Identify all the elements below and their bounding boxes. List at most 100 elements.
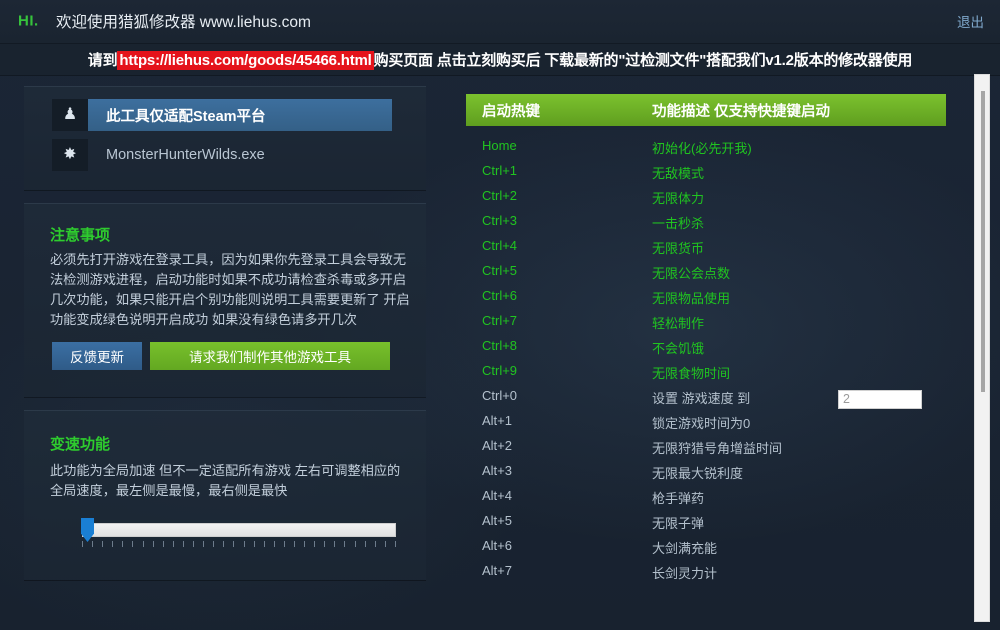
slider-tick xyxy=(132,541,134,547)
hotkey-description: 锁定游戏时间为0 xyxy=(652,416,751,431)
hotkey-description: 无敌模式 xyxy=(652,166,705,181)
hotkey-key: Home xyxy=(482,138,517,153)
hotkey-key: Alt+6 xyxy=(482,538,512,553)
slider-tick xyxy=(283,541,285,547)
exit-button[interactable]: 退出 xyxy=(957,11,984,31)
speed-body: 此功能为全局加速 但不一定适配所有游戏 左右可调整相应的全局速度，最左侧是最慢，… xyxy=(50,463,401,498)
hotkey-row[interactable]: Ctrl+9 无限食物时间 xyxy=(466,361,946,386)
hotkey-description: 无限公会点数 xyxy=(652,266,731,281)
hotkey-row[interactable]: Alt+4 枪手弹药 xyxy=(466,486,946,511)
slider-tick xyxy=(304,541,306,547)
title-bar: HI. 欢迎使用猎狐修改器 www.liehus.com 退出 xyxy=(0,0,1000,44)
hotkey-key: Ctrl+1 xyxy=(482,163,518,178)
slider-tick xyxy=(182,541,184,547)
target-row-executable-label: MonsterHunterWilds.exe xyxy=(106,147,265,163)
request-tool-button[interactable]: 请求我们制作其他游戏工具 xyxy=(150,342,390,370)
hotkey-description: 不会饥饿 xyxy=(652,341,705,356)
slider-tick xyxy=(223,541,225,547)
notes-body: 必须先打开游戏在登录工具，因为如果你先登录工具会导致无法检测游戏进程，启动功能时… xyxy=(50,252,410,327)
slider-tick xyxy=(314,541,316,547)
slider-tick xyxy=(273,541,275,547)
speed-title: 变速功能 xyxy=(50,436,111,453)
banner-suffix: 购买页面 点击立刻购买后 下载最新的"过检测文件"搭配我们v1.2版本的修改器使… xyxy=(373,52,913,69)
target-row-steam[interactable]: ♟ 此工具仅适配Steam平台 xyxy=(52,99,392,131)
hotkey-key: Ctrl+8 xyxy=(482,338,518,353)
hotkey-key: Ctrl+5 xyxy=(482,263,518,278)
hotkey-key: Ctrl+7 xyxy=(482,313,518,328)
hotkey-key: Ctrl+3 xyxy=(482,213,518,228)
slider-tick xyxy=(243,541,245,547)
slider-tick xyxy=(293,541,295,547)
hotkey-key: Ctrl+4 xyxy=(482,238,518,253)
slider-tick xyxy=(364,541,366,547)
hotkey-description: 无限子弹 xyxy=(652,516,705,531)
hotkey-description: 初始化(必先开我) xyxy=(652,141,752,156)
slider-tick xyxy=(203,541,205,547)
slider-tick xyxy=(324,541,326,547)
banner-text: 请到 https://liehus.com/goods/45466.html 购买页… xyxy=(88,49,912,70)
hotkey-key: Ctrl+2 xyxy=(482,188,518,203)
hotkey-description: 无限体力 xyxy=(652,191,705,206)
target-row-steam-label: 此工具仅适配Steam平台 xyxy=(88,99,392,131)
hotkey-key: Alt+7 xyxy=(482,563,512,578)
hotkey-row[interactable]: Ctrl+6 无限物品使用 xyxy=(466,286,946,311)
hotkey-row[interactable]: Ctrl+7 轻松制作 xyxy=(466,311,946,336)
slider-tick xyxy=(334,541,336,547)
hotkey-description: 无限物品使用 xyxy=(652,291,731,306)
hotkey-description: 轻松制作 xyxy=(652,316,705,331)
hotkey-row[interactable]: Ctrl+8 不会饥饿 xyxy=(466,336,946,361)
purchase-url-link[interactable]: https://liehus.com/goods/45466.html xyxy=(117,51,374,70)
global-speed-slider[interactable] xyxy=(60,515,400,555)
feedback-update-button[interactable]: 反馈更新 xyxy=(52,342,142,370)
scrollbar-thumb[interactable] xyxy=(981,91,985,392)
hotkey-table-header: 启动热键 功能描述 仅支持快捷键启动 xyxy=(466,94,946,126)
slider-tick xyxy=(213,541,215,547)
hotkey-description: 长剑灵力计 xyxy=(652,566,718,581)
hotkey-key: Alt+4 xyxy=(482,488,512,503)
slider-thumb[interactable] xyxy=(81,518,94,542)
slider-tick xyxy=(112,541,114,547)
target-process-card: ♟ 此工具仅适配Steam平台 ✸ MonsterHunterWilds.exe xyxy=(24,86,426,190)
slider-tick xyxy=(172,541,174,547)
slider-tick xyxy=(253,541,255,547)
slider-tick xyxy=(92,541,94,547)
hotkey-row[interactable]: Alt+1 锁定游戏时间为0 xyxy=(466,411,946,436)
user-icon: ♟ xyxy=(52,99,88,131)
target-row-executable[interactable]: ✸ MonsterHunterWilds.exe xyxy=(52,139,392,171)
notes-title: 注意事项 xyxy=(50,227,111,244)
hotkey-description: 无限最大锐利度 xyxy=(652,466,744,481)
greeting-label: HI. xyxy=(18,12,39,30)
hotkey-key: Alt+3 xyxy=(482,463,512,478)
slider-track[interactable] xyxy=(82,523,396,537)
hotkey-row[interactable]: Home 初始化(必先开我) xyxy=(466,136,946,161)
vertical-scrollbar[interactable] xyxy=(974,74,990,622)
hotkey-key: Ctrl+9 xyxy=(482,363,518,378)
hotkey-row[interactable]: Alt+6 大剑满充能 xyxy=(466,536,946,561)
game-speed-input[interactable]: 2 xyxy=(838,390,922,409)
hotkey-row[interactable]: Ctrl+4 无限货币 xyxy=(466,236,946,261)
slider-tick xyxy=(122,541,124,547)
description-column-header: 功能描述 仅支持快捷键启动 xyxy=(652,103,831,120)
slider-tick xyxy=(354,541,356,547)
slider-tick xyxy=(102,541,104,547)
hotkey-row[interactable]: Ctrl+2 无限体力 xyxy=(466,186,946,211)
hotkey-row[interactable]: Ctrl+5 无限公会点数 xyxy=(466,261,946,286)
banner-prefix: 请到 xyxy=(87,52,118,69)
hotkey-key: Ctrl+0 xyxy=(482,388,518,403)
hotkey-row[interactable]: Alt+3 无限最大锐利度 xyxy=(466,461,946,486)
hotkey-row[interactable]: Ctrl+3 一击秒杀 xyxy=(466,211,946,236)
hotkey-row[interactable]: Alt+2 无限狩猎号角增益时间 xyxy=(466,436,946,461)
hotkey-row[interactable]: Alt+7 长剑灵力计 xyxy=(466,561,946,586)
slider-tick xyxy=(162,541,164,547)
hotkey-description: 无限狩猎号角增益时间 xyxy=(652,441,783,456)
hotkey-row[interactable]: Ctrl+1 无敌模式 xyxy=(466,161,946,186)
slider-ticks xyxy=(82,541,396,550)
hotkey-row[interactable]: Alt+5 无限子弹 xyxy=(466,511,946,536)
app-window: HI. 欢迎使用猎狐修改器 www.liehus.com 退出 请到 https:… xyxy=(0,0,1000,630)
slider-tick xyxy=(193,541,195,547)
page-title: 欢迎使用猎狐修改器 www.liehus.com xyxy=(56,14,311,31)
slider-tick xyxy=(384,541,386,547)
purchase-notice-banner: 请到 https://liehus.com/goods/45466.html 购买页… xyxy=(0,44,1000,76)
hotkey-description: 无限食物时间 xyxy=(652,366,731,381)
hotkey-description: 无限货币 xyxy=(652,241,705,256)
